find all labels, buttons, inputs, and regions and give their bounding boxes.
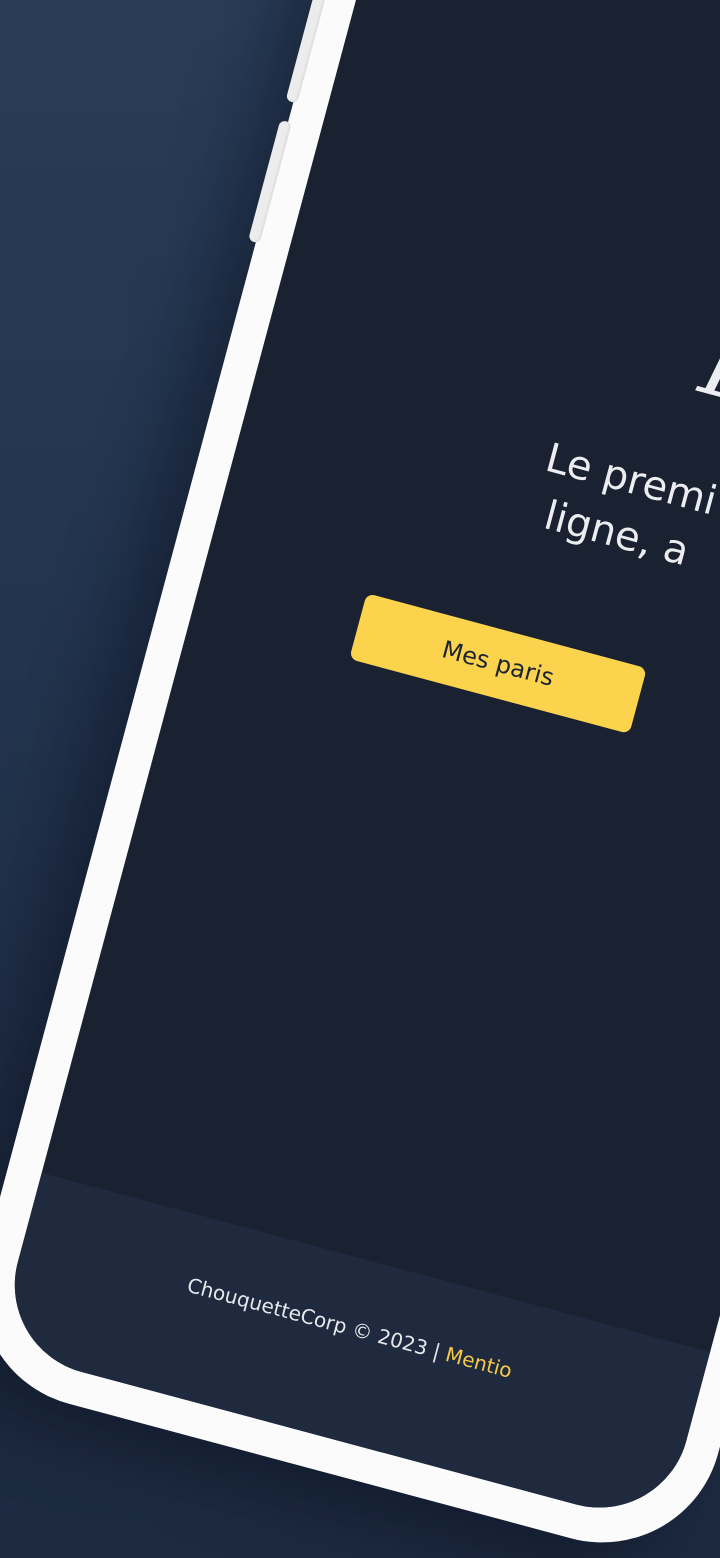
phone-volume-down-button [248, 119, 292, 244]
legal-notice-link[interactable]: Mentio [443, 1342, 515, 1383]
phone-screen: B Le premi ligne, a Mes paris Chouquette… [0, 0, 720, 1528]
footer: ChouquetteCorp © 2023 | Mentio [0, 1172, 711, 1528]
phone-frame: B Le premi ligne, a Mes paris Chouquette… [0, 0, 720, 1558]
hero-tagline: Le premi ligne, a [339, 380, 720, 633]
app-logo: B [690, 308, 720, 430]
my-bets-button[interactable]: Mes paris [349, 593, 647, 734]
phone-volume-up-button [285, 0, 330, 104]
phone-device: B Le premi ligne, a Mes paris Chouquette… [0, 0, 720, 1558]
footer-text: ChouquetteCorp © 2023 | Mentio [185, 1273, 515, 1383]
app-store-screenshot: B Le premi ligne, a Mes paris Chouquette… [0, 0, 720, 1558]
footer-copyright: ChouquetteCorp © 2023 | [184, 1272, 450, 1366]
